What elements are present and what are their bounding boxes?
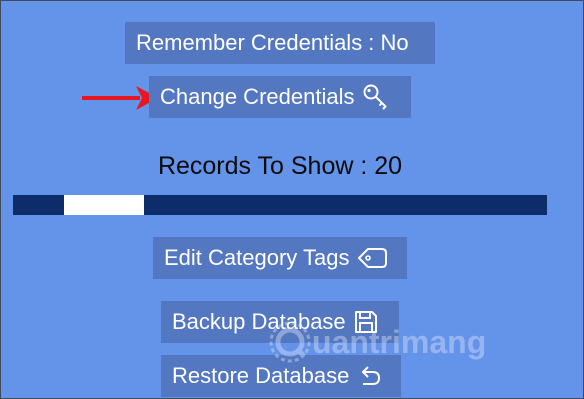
backup-database-label: Backup Database bbox=[172, 309, 346, 334]
backup-database-button[interactable]: Backup Database bbox=[161, 301, 399, 343]
change-credentials-label: Change Credentials bbox=[160, 84, 355, 109]
remember-credentials-label: Remember Credentials : No bbox=[136, 30, 409, 55]
restore-database-button[interactable]: Restore Database bbox=[161, 355, 401, 397]
red-arrow-icon bbox=[82, 86, 158, 110]
undo-icon bbox=[357, 364, 383, 388]
floppy-disk-icon bbox=[354, 310, 378, 334]
tag-icon bbox=[357, 246, 389, 270]
records-slider-thumb[interactable] bbox=[64, 195, 144, 215]
edit-category-tags-label: Edit Category Tags bbox=[164, 245, 350, 270]
remember-credentials-button[interactable]: Remember Credentials : No bbox=[125, 22, 435, 64]
key-icon bbox=[362, 83, 392, 111]
change-credentials-button[interactable]: Change Credentials bbox=[149, 76, 411, 118]
records-slider[interactable] bbox=[13, 195, 547, 215]
restore-database-label: Restore Database bbox=[172, 363, 350, 388]
records-to-show-label: Records To Show : 20 bbox=[157, 152, 403, 180]
edit-category-tags-button[interactable]: Edit Category Tags bbox=[153, 237, 407, 279]
